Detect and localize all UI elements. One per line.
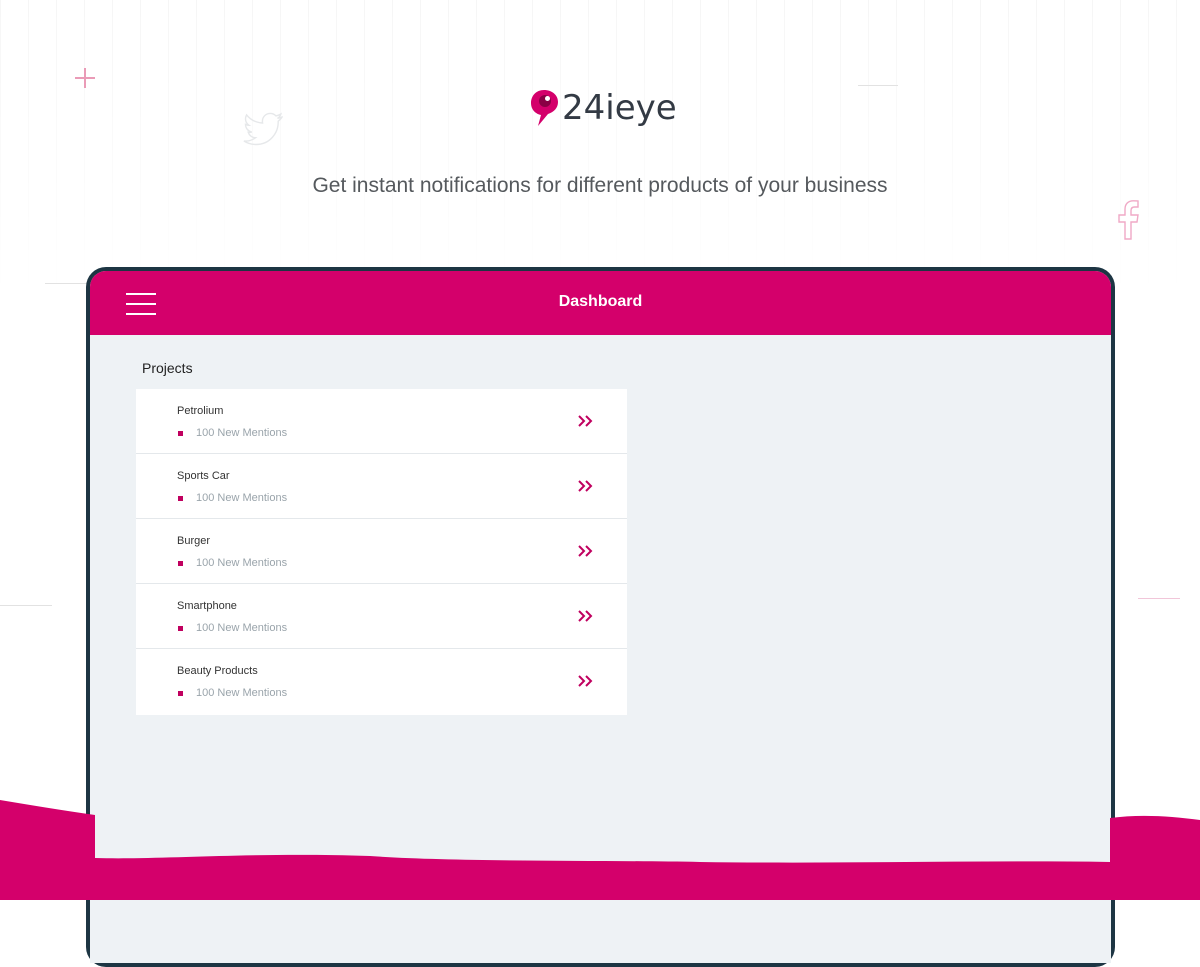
project-name: Sports Car (177, 470, 230, 482)
double-chevron-right-icon[interactable] (576, 672, 596, 690)
brand-logo: 24ieye (530, 88, 677, 128)
decorative-line (858, 85, 898, 86)
bullet-icon (178, 430, 183, 436)
project-meta: 100 New Mentions (178, 557, 287, 569)
projects-heading: Projects (142, 360, 193, 376)
decorative-line (45, 283, 90, 284)
project-meta: 100 New Mentions (178, 687, 287, 699)
project-name: Burger (177, 535, 211, 547)
decorative-line (1138, 598, 1180, 599)
double-chevron-right-icon[interactable] (576, 477, 596, 495)
project-meta: 100 New Mentions (178, 427, 287, 439)
background-grid (0, 0, 1200, 300)
project-meta: 100 New Mentions (178, 492, 287, 504)
logo-pin-icon (531, 90, 558, 126)
project-list: Petrolium 100 New Mentions Sports Car 10… (136, 389, 627, 715)
app-header: Dashboard (90, 271, 1111, 335)
list-item[interactable]: Sports Car 100 New Mentions (136, 454, 627, 519)
plus-icon (75, 68, 95, 88)
project-meta: 100 New Mentions (178, 622, 287, 634)
brand-name: 24ieye (562, 88, 677, 128)
list-item[interactable]: Beauty Products 100 New Mentions (136, 649, 627, 715)
twitter-icon (243, 112, 283, 146)
list-item[interactable]: Smartphone 100 New Mentions (136, 584, 627, 649)
facebook-icon (1118, 200, 1139, 240)
project-name: Smartphone (177, 600, 237, 612)
bullet-icon (178, 690, 183, 696)
mentions-count: 100 New Mentions (196, 492, 288, 504)
bullet-icon (178, 560, 183, 566)
mentions-count: 100 New Mentions (196, 557, 288, 569)
double-chevron-right-icon[interactable] (576, 607, 596, 625)
tagline: Get instant notifications for different … (312, 174, 888, 197)
hamburger-line (126, 313, 156, 315)
list-item[interactable]: Petrolium 100 New Mentions (136, 389, 627, 454)
project-name: Petrolium (177, 405, 224, 417)
decorative-line (0, 605, 52, 606)
bottom-wave (0, 800, 1200, 900)
project-name: Beauty Products (177, 665, 258, 677)
mentions-count: 100 New Mentions (196, 622, 288, 634)
mentions-count: 100 New Mentions (196, 687, 288, 699)
list-item[interactable]: Burger 100 New Mentions (136, 519, 627, 584)
mentions-count: 100 New Mentions (196, 427, 288, 439)
page-title: Dashboard (558, 293, 643, 310)
double-chevron-right-icon[interactable] (576, 412, 596, 430)
bullet-icon (178, 625, 183, 631)
double-chevron-right-icon[interactable] (576, 542, 596, 560)
bullet-icon (178, 495, 183, 501)
